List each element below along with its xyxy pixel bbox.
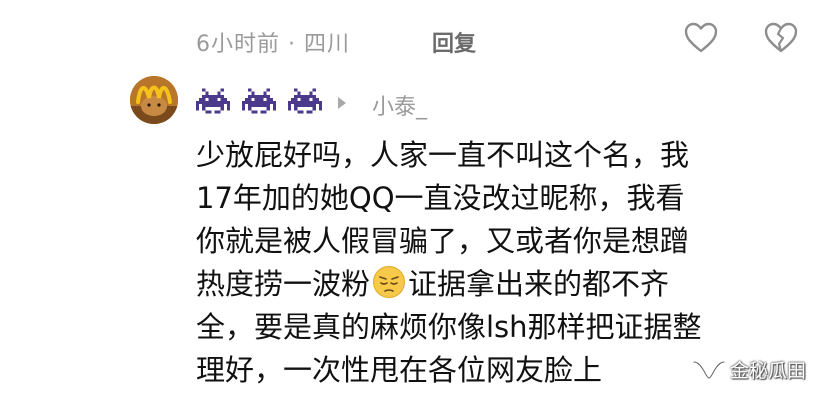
- space-invader-icon: [196, 88, 230, 114]
- broken-heart-icon[interactable]: [763, 20, 799, 56]
- username[interactable]: 小泰_: [372, 89, 427, 121]
- comment-line: 17年加的她QQ一直没改过昵称，我看: [196, 181, 685, 215]
- triangle-right-icon: [338, 97, 346, 109]
- comment-line-part: 证据拿出来的都不齐: [408, 267, 670, 301]
- comment-line-part: 热度捞一波粉: [196, 267, 371, 301]
- previous-comment-meta-row: 6小时前 · 四川 回复: [0, 16, 834, 64]
- wechat-channel-icon: [692, 360, 726, 380]
- space-invader-icon: [288, 88, 322, 114]
- comment-line-with-emoji: 热度捞一波粉 证据拿出来的都不齐: [196, 263, 796, 306]
- mcdonalds-logo-avatar[interactable]: [130, 76, 178, 124]
- heart-outline-icon[interactable]: [683, 20, 719, 56]
- watermark-text: 金秘瓜田: [730, 360, 807, 382]
- comment-body: 少放屁好吗，人家一直不叫这个名，我 17年加的她QQ一直没改过昵称，我看 你就是…: [196, 134, 796, 392]
- comment-time-location: 6小时前 · 四川: [196, 32, 350, 57]
- reply-button[interactable]: 回复: [432, 26, 476, 58]
- pensive-face-emoji: [373, 266, 406, 298]
- comment-line: 你就是被人假冒骗了，又或者你是想蹭: [196, 224, 690, 258]
- comment-line: 少放屁好吗，人家一直不叫这个名，我: [196, 138, 690, 172]
- space-invader-icon: [242, 88, 276, 114]
- avatar-image-icon: [130, 76, 178, 124]
- comment-line: 全，要是真的麻烦你像lsh那样把证据整: [196, 310, 702, 344]
